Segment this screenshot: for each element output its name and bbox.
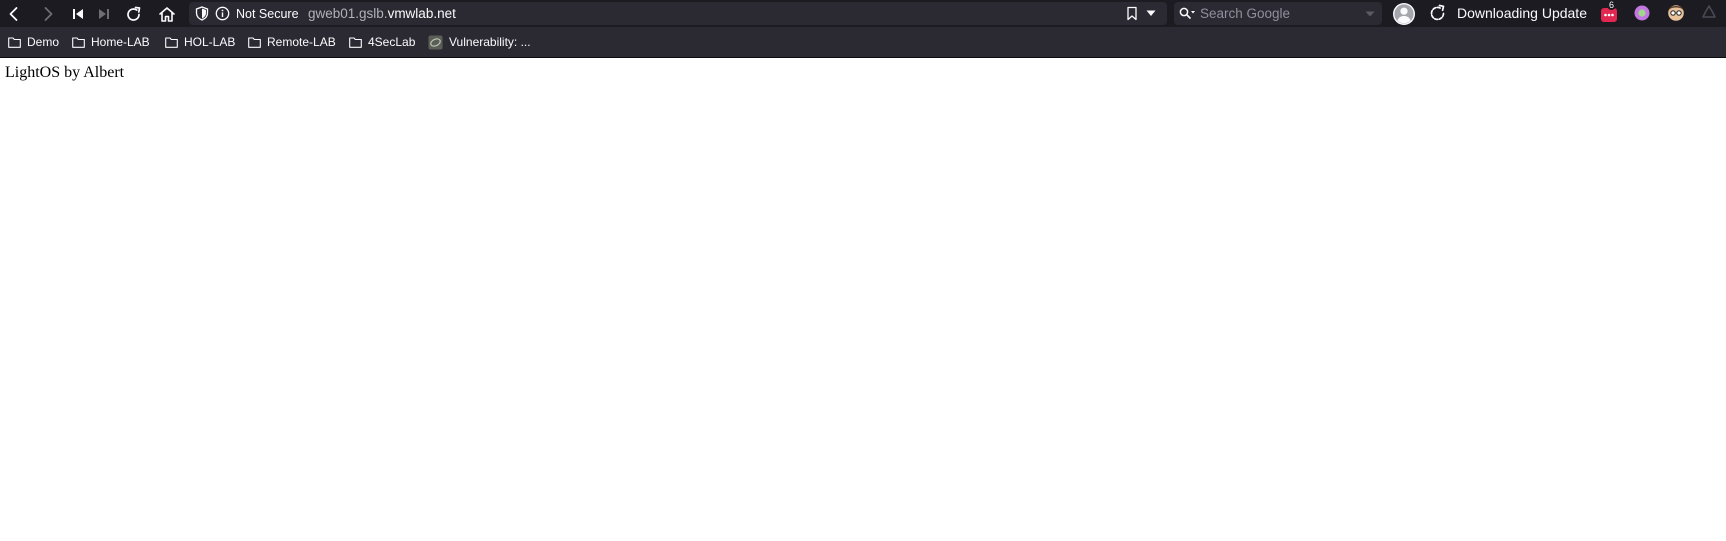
- update-status-label[interactable]: Downloading Update: [1457, 5, 1587, 21]
- bookmark-vulnerability[interactable]: Vulnerability: ...: [428, 34, 531, 50]
- bookmark-label: Remote-LAB: [267, 35, 336, 49]
- first-page-button[interactable]: [67, 3, 89, 25]
- bookmark-label: Home-LAB: [91, 35, 150, 49]
- bookmark-folder-remote-lab[interactable]: Remote-LAB: [248, 34, 336, 50]
- folder-icon: [248, 36, 261, 48]
- reload-icon: [126, 6, 140, 21]
- chevron-left-icon: [9, 7, 18, 21]
- url-bar[interactable]: Not Secure gweb01.gslb.vmwlab.net: [189, 2, 1167, 25]
- last-page-button[interactable]: [93, 3, 115, 25]
- site-favicon: [428, 35, 443, 49]
- bookmark-label: 4SecLab: [368, 35, 416, 49]
- bookmark-folder-4seclab[interactable]: 4SecLab: [349, 34, 415, 50]
- search-input[interactable]: [1200, 4, 1350, 23]
- bookmark-folder-demo[interactable]: Demo: [8, 34, 59, 50]
- chevron-down-icon[interactable]: [1365, 11, 1375, 17]
- folder-icon: [165, 36, 178, 48]
- back-button[interactable]: [3, 3, 25, 25]
- bookmark-label: HOL-LAB: [184, 35, 236, 49]
- browser-toolbar: Not Secure gweb01.gslb.vmwlab.net Downlo…: [0, 0, 1726, 27]
- bookmarks-toolbar: Demo Home-LAB HOL-LAB Remote-LAB 4SecLab…: [0, 27, 1726, 58]
- skip-forward-icon: [99, 9, 109, 19]
- home-button[interactable]: [156, 3, 178, 25]
- reload-button[interactable]: [122, 3, 144, 25]
- search-bar[interactable]: [1174, 2, 1382, 25]
- url-domain: vmwlab.net: [387, 6, 456, 21]
- bookmark-folder-hol-lab[interactable]: HOL-LAB: [165, 34, 235, 50]
- home-icon: [159, 6, 175, 22]
- extension-icon[interactable]: [1633, 4, 1651, 22]
- search-icon: [1179, 7, 1195, 19]
- bookmark-icon[interactable]: [1126, 6, 1138, 21]
- bookmark-label: Vulnerability: ...: [449, 35, 531, 49]
- page-body-text: LightOS by Albert: [5, 64, 125, 81]
- shield-icon[interactable]: [195, 6, 209, 21]
- folder-icon: [349, 36, 362, 48]
- account-icon[interactable]: [1392, 2, 1416, 26]
- bookmark-label: Demo: [27, 35, 60, 49]
- extension-icon[interactable]: [1667, 4, 1685, 22]
- url-subdomain: gweb01.gslb.: [308, 6, 388, 21]
- extension-icon[interactable]: [1700, 4, 1718, 22]
- extension-badge: 6: [1607, 0, 1617, 10]
- info-icon[interactable]: [215, 6, 230, 21]
- chevron-down-icon[interactable]: [1146, 10, 1156, 17]
- update-icon[interactable]: [1428, 4, 1447, 23]
- skip-back-icon: [73, 9, 83, 19]
- security-label[interactable]: Not Secure: [236, 7, 299, 21]
- forward-button[interactable]: [37, 3, 59, 25]
- url-text[interactable]: gweb01.gslb.vmwlab.net: [308, 6, 456, 21]
- bookmark-folder-home-lab[interactable]: Home-LAB: [72, 34, 150, 50]
- chevron-right-icon: [44, 7, 53, 21]
- folder-icon: [8, 36, 21, 48]
- folder-icon: [72, 36, 85, 48]
